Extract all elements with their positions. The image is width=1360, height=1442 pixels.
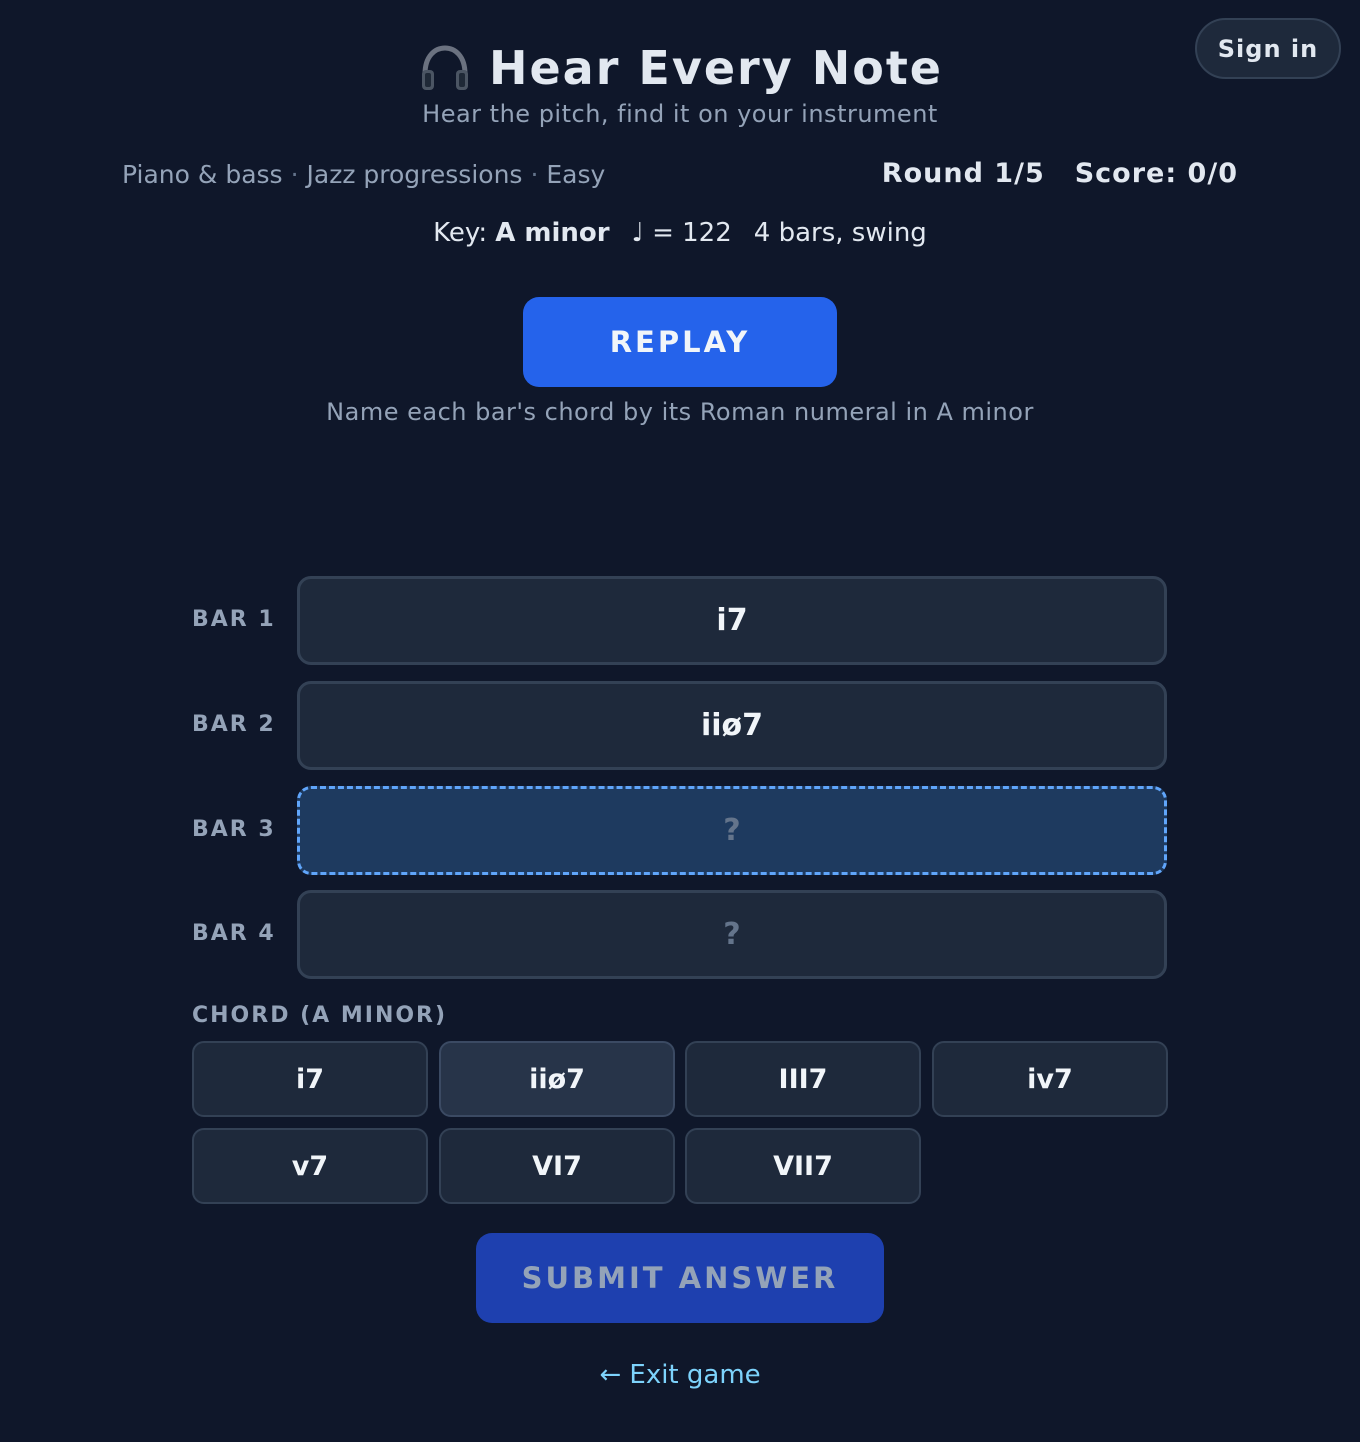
chord-button[interactable]: VII7	[685, 1128, 921, 1204]
chord-button[interactable]: VI7	[439, 1128, 675, 1204]
round-counter: Round 1/5	[881, 158, 1045, 189]
chord-button[interactable]: i7	[192, 1041, 428, 1117]
app-subtitle: Hear the pitch, find it on your instrume…	[422, 100, 938, 128]
bar-slot-1[interactable]: i7	[297, 576, 1167, 665]
page-title: Hear Every Note	[0, 40, 1360, 96]
exit-game-link[interactable]: ← Exit game	[0, 1360, 1360, 1390]
submit-answer-button[interactable]: SUBMIT ANSWER	[476, 1233, 884, 1323]
difficulty-label: Easy	[546, 160, 606, 189]
replay-button[interactable]: REPLAY	[523, 297, 837, 387]
separator-dot: ·	[290, 160, 299, 189]
chord-button[interactable]: iv7	[932, 1041, 1168, 1117]
round-score: Round 1/5 Score: 0/0	[882, 158, 1238, 189]
chord-heading: CHORD (A MINOR)	[192, 1003, 448, 1028]
bar-slot-3[interactable]: ?	[297, 786, 1167, 875]
game-settings: Piano & bass · Jazz progressions · Easy	[122, 160, 605, 189]
chord-button[interactable]: v7	[192, 1128, 428, 1204]
bar-label: BAR 1	[192, 607, 276, 632]
mode-label: Jazz progressions	[306, 160, 523, 189]
bar-label: BAR 3	[192, 817, 276, 842]
separator-dot: ·	[530, 160, 539, 189]
bar-label: BAR 2	[192, 712, 276, 737]
key-label: Key:	[433, 218, 488, 248]
chord-button[interactable]: III7	[685, 1041, 921, 1117]
app-title: Hear Every Note	[488, 41, 944, 95]
bar-slot-2[interactable]: iiø7	[297, 681, 1167, 770]
headphones-icon	[421, 45, 468, 90]
bar-slot-4[interactable]: ?	[297, 890, 1167, 979]
score-counter: Score: 0/0	[1074, 158, 1238, 189]
bars-info: 4 bars, swing	[753, 218, 927, 248]
key-value: A minor	[495, 218, 610, 248]
tempo-label: ♩ = 122	[631, 218, 732, 248]
instruction-text: Name each bar's chord by its Roman numer…	[326, 398, 1034, 426]
instrument-label: Piano & bass	[122, 160, 283, 189]
chord-button[interactable]: iiø7	[439, 1041, 675, 1117]
key-info: Key: A minor ♩ = 122 4 bars, swing	[0, 218, 1360, 248]
bar-label: BAR 4	[192, 921, 276, 946]
